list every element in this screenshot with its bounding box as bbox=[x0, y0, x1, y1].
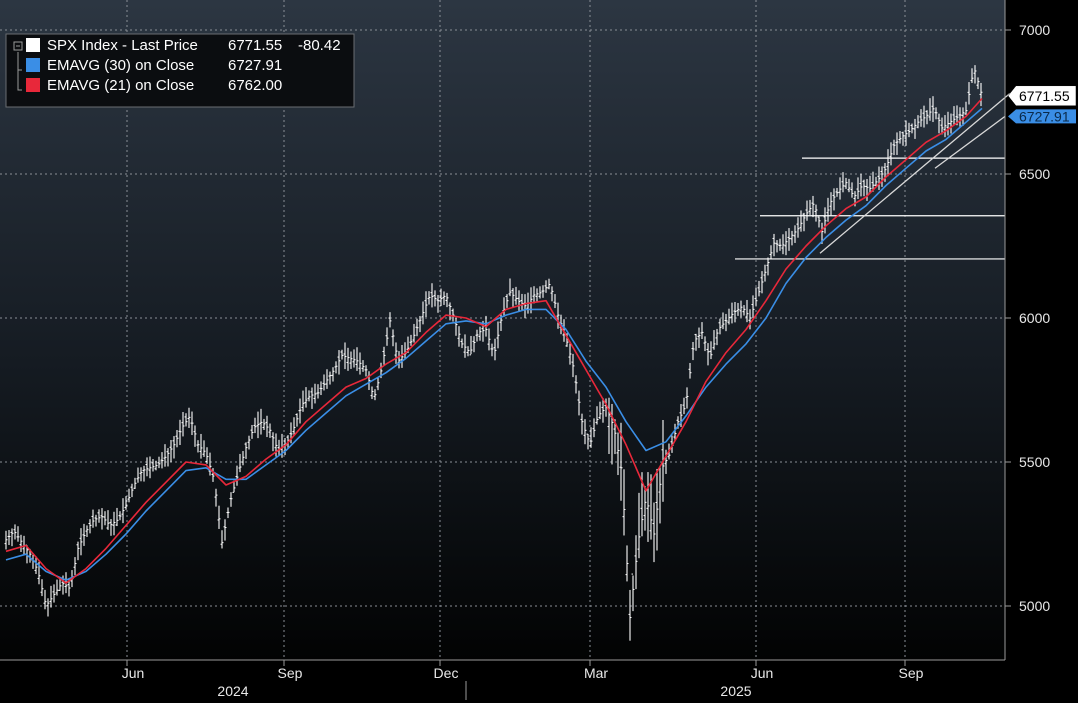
legend-value: 6771.55 bbox=[228, 37, 282, 54]
x-tick-label: Sep bbox=[899, 665, 924, 681]
y-tick-label: 5500 bbox=[1019, 454, 1050, 470]
y-tick-label: 6000 bbox=[1019, 310, 1050, 326]
legend-change: -80.42 bbox=[298, 37, 341, 54]
last-value-tags: 6727.91 6771.55 bbox=[1007, 85, 1077, 124]
legend-label: EMAVG (30) on Close bbox=[47, 57, 194, 74]
legend: SPX Index - Last Price 6771.55 -80.42 EMAVG… bbox=[5, 33, 355, 108]
y-tick-label: 5000 bbox=[1019, 598, 1050, 614]
legend-swatch bbox=[26, 78, 40, 92]
legend-value: 6727.91 bbox=[228, 57, 282, 74]
chart-container: 5000 5500 6000 6500 7000 Jun Sep Dec Mar Jun Sep 2… bbox=[0, 0, 1078, 703]
legend-value: 6762.00 bbox=[228, 77, 282, 94]
x-tick-label: Dec bbox=[434, 665, 459, 681]
xaxis-background bbox=[0, 660, 1005, 703]
legend-label: EMAVG (21) on Close bbox=[47, 77, 194, 94]
x-tick-label: Sep bbox=[278, 665, 303, 681]
y-tick-label: 6500 bbox=[1019, 166, 1050, 182]
x-tick-label: Jun bbox=[122, 665, 145, 681]
legend-swatch bbox=[26, 38, 40, 52]
x-year-label: 2025 bbox=[720, 683, 751, 699]
x-year-label: 2024 bbox=[217, 683, 248, 699]
ema30-tag-label: 6727.91 bbox=[1019, 108, 1070, 124]
legend-label: SPX Index - Last Price bbox=[47, 37, 198, 54]
spx-price-chart: 5000 5500 6000 6500 7000 Jun Sep Dec Mar Jun Sep 2… bbox=[0, 0, 1078, 703]
legend-swatch bbox=[26, 58, 40, 72]
last-price-tag-label: 6771.55 bbox=[1019, 88, 1070, 104]
x-tick-label: Mar bbox=[584, 665, 608, 681]
x-tick-label: Jun bbox=[751, 665, 774, 681]
y-tick-label: 7000 bbox=[1019, 22, 1050, 38]
